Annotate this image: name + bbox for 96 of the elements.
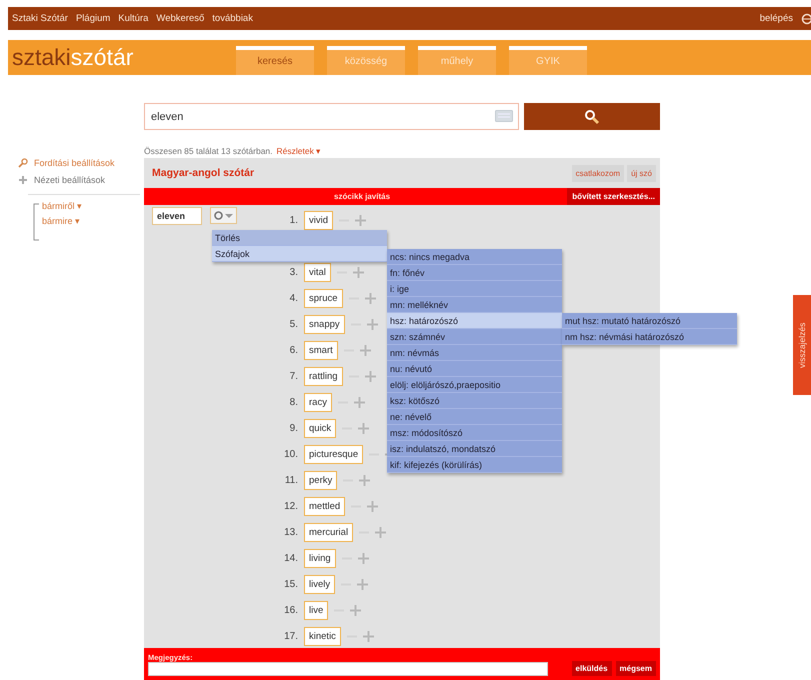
nav-link[interactable]: Webkereső <box>156 13 204 24</box>
menu-item[interactable]: isz: indulatszó, mondatszó <box>387 441 562 457</box>
menu-item[interactable]: kif: kifejezés (körülírás) <box>387 457 562 473</box>
result-summary: Összesen 85 találat 13 szótárban. <box>144 146 273 156</box>
menu-item[interactable]: msz: módosítószó <box>387 425 562 441</box>
plus-icon <box>355 214 366 226</box>
translation-field[interactable]: vivid <box>304 210 334 230</box>
keyboard-icon <box>495 110 513 122</box>
dictionary-title: Magyar-angol szótár <box>152 167 254 179</box>
menu-item[interactable]: mn: melléknév <box>387 297 562 313</box>
translation-field[interactable]: vital <box>304 262 331 282</box>
login-link[interactable]: belépés <box>760 13 793 24</box>
translation-field[interactable]: snappy <box>304 314 345 334</box>
translation-field[interactable]: picturesque <box>304 444 364 464</box>
row-number: 6. <box>288 344 298 356</box>
plus-icon <box>18 174 28 184</box>
filter-dropdown[interactable]: bármiről ▾ <box>42 201 82 211</box>
plus-icon <box>360 344 371 356</box>
row-number: 17. <box>283 630 298 642</box>
search-icon <box>584 108 600 124</box>
translation-field[interactable]: racy <box>304 392 332 412</box>
menu-item[interactable]: i: ige <box>387 281 562 297</box>
row-number: 4. <box>288 292 298 304</box>
menu-item[interactable]: hsz: határozószó <box>387 313 562 329</box>
menu-item[interactable]: ncs: nincs megadva <box>387 249 562 265</box>
row-number: 15. <box>283 578 298 590</box>
caret-icon <box>225 212 233 218</box>
comment-button[interactable]: elküldés <box>572 661 612 676</box>
plus-icon <box>362 630 374 642</box>
row-number: 10. <box>283 448 298 460</box>
row-number: 9. <box>288 422 298 434</box>
translation-field[interactable]: spruce <box>304 288 343 308</box>
plus-icon <box>364 292 376 304</box>
menu-item[interactable]: ksz: kötőszó <box>387 393 562 409</box>
comment-button[interactable]: mégsem <box>616 661 656 676</box>
nav-link[interactable]: továbbiak <box>212 13 253 24</box>
translation-field[interactable]: mercurial <box>304 522 354 542</box>
menu-item[interactable]: nm hsz: névmási határozószó <box>562 329 737 345</box>
plus-icon <box>375 526 386 538</box>
translation-field[interactable]: perky <box>304 470 338 490</box>
plus-icon <box>352 266 364 278</box>
search-button[interactable] <box>524 103 660 130</box>
logo-text: sztaki <box>12 44 71 71</box>
menu-item[interactable]: mut hsz: mutató határozószó <box>562 313 737 329</box>
plus-icon <box>366 318 378 330</box>
translation-field[interactable]: kinetic <box>304 626 341 646</box>
logo-text: szótár <box>70 44 134 71</box>
menu-item[interactable]: fn: főnév <box>387 265 562 281</box>
search-icon <box>18 158 28 168</box>
plus-icon <box>367 500 378 512</box>
translation-field[interactable]: living <box>304 548 336 568</box>
translation-field[interactable]: smart <box>304 340 338 360</box>
translation-field[interactable]: rattling <box>304 366 343 386</box>
bar-title: szócikk javítás <box>334 192 390 201</box>
menu-item[interactable]: nm: névmás <box>387 345 562 361</box>
row-number: 1. <box>288 214 298 226</box>
details-link[interactable]: Részletek ▾ <box>276 146 322 156</box>
plus-icon <box>354 396 365 408</box>
plus-icon <box>357 578 368 590</box>
row-number: 5. <box>288 318 298 330</box>
search-field[interactable]: eleven <box>144 103 519 130</box>
nav-link[interactable]: Kultúra <box>118 13 148 24</box>
row-number: 8. <box>288 396 298 408</box>
translation-field[interactable]: mettled <box>304 496 346 516</box>
row-number: 11. <box>284 474 298 486</box>
plus-icon <box>359 474 370 486</box>
row-number: 12. <box>283 500 298 512</box>
menu-item[interactable]: elölj: elöljárószó,praepositio <box>387 377 562 393</box>
menu-item[interactable]: Szófajok <box>212 246 387 262</box>
advanced-edit-link[interactable]: bővített szerkesztés... <box>567 188 660 205</box>
feedback-tab[interactable]: visszajelzés <box>793 295 811 395</box>
source-word-field[interactable]: eleven <box>152 207 202 225</box>
row-number: 14. <box>283 552 298 564</box>
translation-field[interactable]: quick <box>304 418 336 438</box>
filter-dropdown[interactable]: bármire ▾ <box>42 216 82 226</box>
plus-icon <box>364 370 376 382</box>
plus-icon <box>350 604 362 616</box>
nav-link[interactable]: Plágium <box>76 13 110 24</box>
menu-item[interactable]: ne: névelő <box>387 409 562 425</box>
options-dropdown[interactable] <box>210 207 237 224</box>
menu-item[interactable]: szn: számnév <box>387 329 562 345</box>
translation-field[interactable]: lively <box>304 574 336 594</box>
bracket-icon <box>33 203 39 241</box>
nav-link[interactable]: Sztaki Szótár <box>12 13 68 24</box>
menu-item[interactable]: Törlés <box>212 230 387 246</box>
settings-link[interactable]: Nézeti beállítások <box>34 174 106 184</box>
plus-icon <box>358 422 370 434</box>
row-number: 3. <box>288 266 298 278</box>
globe-icon <box>801 12 811 24</box>
row-number: 7. <box>288 370 298 382</box>
row-number: 16. <box>283 604 298 616</box>
comment-field[interactable] <box>148 662 548 676</box>
translation-field[interactable]: live <box>304 600 328 620</box>
menu-item[interactable]: nu: névutó <box>387 361 562 377</box>
plus-icon <box>358 552 369 564</box>
row-number: 13. <box>283 526 298 538</box>
